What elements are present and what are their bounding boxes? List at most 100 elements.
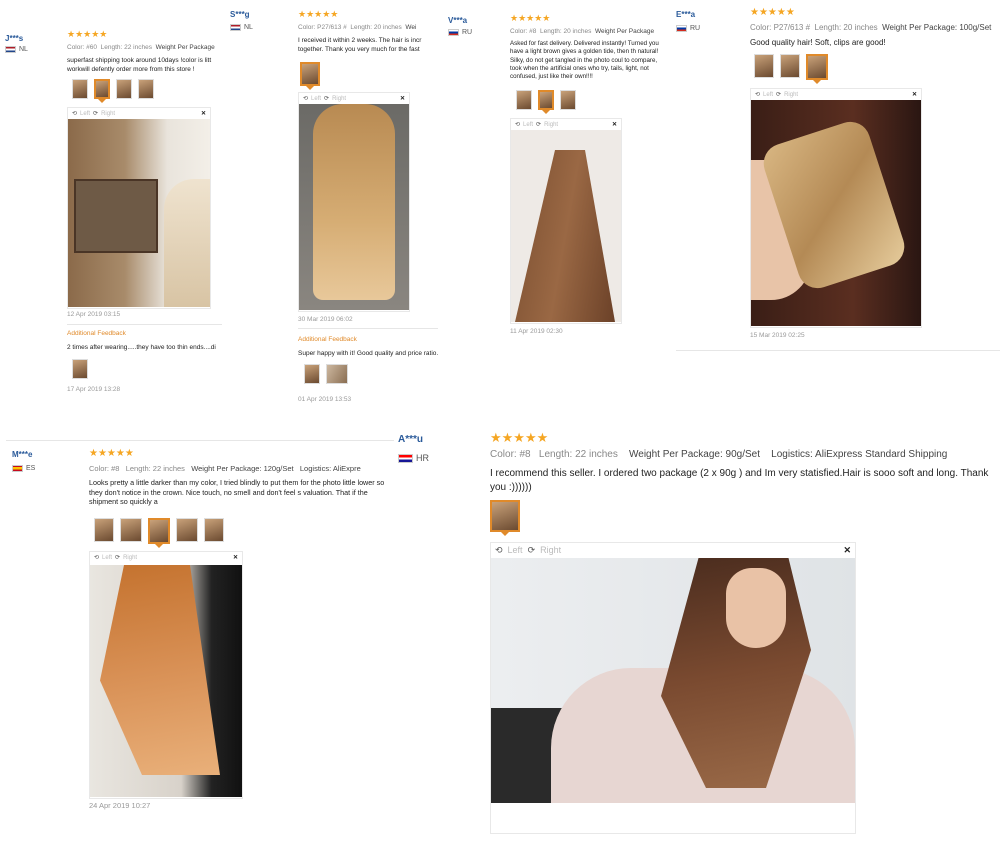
meta-length: Length: 20 inches: [350, 24, 402, 31]
review-thumbnail-selected[interactable]: [490, 500, 520, 536]
rotate-left-label[interactable]: Left: [763, 92, 773, 98]
close-icon[interactable]: ✕: [201, 110, 206, 117]
review-thumbnail-selected[interactable]: [806, 54, 828, 84]
rotate-left-icon[interactable]: ⟲: [515, 121, 520, 128]
thumbnail-strip: [490, 500, 520, 536]
viewer-toolbar: ⟲ Left ⟳ Right ✕: [68, 108, 210, 119]
review-thumbnail-selected[interactable]: [300, 62, 320, 90]
meta-weight: Weight Per Package: [594, 28, 655, 35]
additional-thumbnail[interactable]: [304, 364, 320, 384]
review-card: E***a RU ★★★★★ Color: P27/613 # Length: …: [672, 4, 1000, 354]
review-photo: [751, 100, 921, 326]
review-thumbnail[interactable]: [116, 79, 132, 99]
country-code: RU: [462, 29, 473, 36]
additional-date: 17 Apr 2019 13:28: [67, 386, 121, 393]
rotate-left-icon[interactable]: ⟲: [755, 91, 760, 98]
thumbnail-strip: [94, 518, 224, 548]
country-flag: RU: [448, 29, 472, 36]
star-rating: ★★★★★: [298, 9, 339, 19]
rotate-right-icon[interactable]: ⟳: [93, 110, 98, 117]
rotate-right-label[interactable]: Right: [101, 111, 115, 117]
review-thumbnail-selected[interactable]: [148, 518, 170, 548]
meta-length: Length: 20 inches: [814, 23, 878, 32]
meta-length: Length: 20 inches: [540, 28, 592, 35]
review-thumbnail-selected[interactable]: [538, 90, 554, 114]
rotate-left-label[interactable]: Left: [523, 122, 533, 128]
rotate-right-label[interactable]: Right: [332, 96, 346, 102]
close-icon[interactable]: ✕: [233, 554, 238, 561]
additional-thumbnail[interactable]: [326, 364, 348, 384]
image-viewer: ⟲ Left ⟳ Right ✕: [490, 542, 856, 834]
rotate-right-icon[interactable]: ⟳: [528, 545, 536, 556]
review-card: J***s NL ★★★★★ Color: #60 Length: 22 inc…: [0, 28, 225, 400]
divider: [676, 350, 1000, 351]
country-code: NL: [19, 46, 28, 53]
review-thumbnail[interactable]: [176, 518, 198, 542]
review-text: Good quality hair! Soft, clips are good!: [750, 38, 886, 47]
thumbnail-strip: [72, 79, 154, 103]
rotate-right-icon[interactable]: ⟳: [324, 95, 329, 102]
star-rating: ★★★★★: [750, 7, 795, 18]
rotate-left-label[interactable]: Left: [311, 96, 321, 102]
review-thumbnail[interactable]: [560, 90, 576, 110]
star-rating: ★★★★★: [510, 13, 551, 23]
additional-feedback-label: Additional Feedback: [67, 330, 126, 337]
review-meta: Color: #8 Length: 22 inches Weight Per P…: [89, 464, 389, 473]
mirror-shape: [74, 179, 158, 253]
review-meta: Color: P27/613 # Length: 20 inches Weigh…: [750, 23, 1000, 32]
reviewer-name: S***g: [230, 10, 250, 19]
meta-logistics: Logistics: AliExpress Standard Shipping: [771, 449, 948, 460]
review-date: 11 Apr 2019 02:30: [510, 328, 563, 335]
meta-weight: Wei: [405, 24, 417, 31]
es-flag-icon: [12, 465, 23, 472]
meta-weight: Weight Per Package: [155, 44, 215, 51]
rotate-left-icon[interactable]: ⟲: [303, 95, 308, 102]
rotate-left-icon[interactable]: ⟲: [72, 110, 77, 117]
rotate-right-label[interactable]: Right: [123, 555, 137, 561]
hr-flag-icon: [398, 453, 413, 463]
rotate-left-icon[interactable]: ⟲: [94, 554, 99, 561]
rotate-right-label[interactable]: Right: [540, 545, 561, 555]
rotate-right-icon[interactable]: ⟳: [776, 91, 781, 98]
rotate-right-icon[interactable]: ⟳: [536, 121, 541, 128]
rotate-left-label[interactable]: Left: [102, 555, 112, 561]
meta-weight: Weight Per Package: 100g/Set: [882, 23, 992, 32]
review-text: Asked for fast delivery. Delivered insta…: [510, 40, 659, 81]
country-flag: HR: [398, 453, 429, 463]
meta-weight: Weight Per Package: 120g/Set: [191, 464, 294, 473]
review-card: A***u HR ★★★★★ Color: #8 Length: 22 inch…: [394, 428, 1000, 848]
close-icon[interactable]: ✕: [912, 91, 917, 98]
review-thumbnail[interactable]: [754, 54, 774, 78]
rotate-right-label[interactable]: Right: [784, 92, 798, 98]
rotate-right-icon[interactable]: ⟳: [115, 554, 120, 561]
additional-thumbnail[interactable]: [72, 359, 88, 379]
review-thumbnail[interactable]: [780, 54, 800, 78]
meta-color: Color: #8: [490, 449, 531, 460]
review-thumbnail[interactable]: [138, 79, 154, 99]
review-thumbnail-selected[interactable]: [94, 79, 110, 103]
rotate-left-label[interactable]: Left: [80, 111, 90, 117]
review-thumbnail[interactable]: [516, 90, 532, 110]
reviewer-name: A***u: [398, 434, 424, 445]
image-viewer: ⟲ Left ⟳ Right ✕: [510, 118, 622, 324]
image-viewer: ⟲ Left ⟳ Right ✕: [67, 107, 211, 309]
review-thumbnail[interactable]: [204, 518, 224, 542]
review-photo: [299, 104, 409, 310]
review-thumbnail[interactable]: [120, 518, 142, 542]
country-flag: NL: [5, 46, 28, 53]
review-thumbnail[interactable]: [72, 79, 88, 99]
meta-logistics: Logistics: AliExpre: [299, 464, 361, 473]
rotate-left-label[interactable]: Left: [508, 545, 523, 555]
ru-flag-icon: [448, 29, 459, 36]
hair-shape: [100, 565, 220, 775]
review-meta: Color: #8 Length: 22 inches Weight Per P…: [490, 449, 1000, 460]
close-icon[interactable]: ✕: [400, 95, 405, 102]
close-icon[interactable]: ✕: [612, 121, 617, 128]
close-icon[interactable]: ✕: [843, 545, 851, 556]
rotate-right-label[interactable]: Right: [544, 122, 558, 128]
review-card: V***a RU ★★★★★ Color: #8 Length: 20 inch…: [444, 10, 666, 346]
review-thumbnail[interactable]: [94, 518, 114, 542]
review-date: 12 Apr 2019 03:15: [67, 311, 121, 318]
review-meta: Color: #8 Length: 20 inches Weight Per P…: [510, 28, 666, 35]
rotate-left-icon[interactable]: ⟲: [495, 545, 503, 556]
